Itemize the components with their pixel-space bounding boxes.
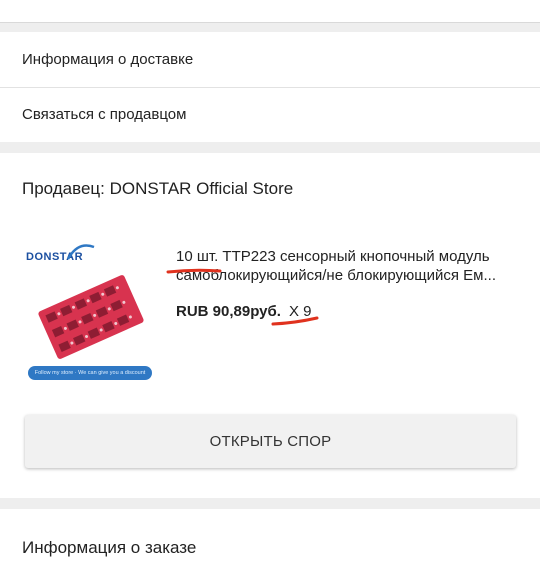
- red-underline-annotation: [166, 268, 222, 274]
- red-underline-annotation: [271, 316, 319, 326]
- contact-seller-row[interactable]: Связаться с продавцом: [0, 87, 540, 142]
- seller-title[interactable]: Продавец: DONSTAR Official Store: [22, 179, 293, 199]
- product-name[interactable]: 10 шт. TTP223 сенсорный кнопочный модуль…: [176, 247, 521, 285]
- seller-card: Продавец: DONSTAR Official Store DONSTAR: [0, 153, 540, 498]
- delivery-info-label: Информация о доставке: [22, 51, 194, 68]
- product-price: RUB 90,89руб.: [176, 303, 281, 320]
- product-name-line-2: самоблокирующийся/не блокирующийся Ем...: [176, 267, 496, 284]
- order-info-title[interactable]: Информация о заказе: [22, 538, 196, 558]
- product-image[interactable]: DONSTAR Follow my store · We can give yo…: [26, 239, 156, 387]
- logo-arc-icon: [66, 244, 95, 260]
- order-info-card: Информация о заказе: [0, 509, 540, 566]
- store-promo-banner: Follow my store · We can give you a disc…: [28, 366, 152, 380]
- open-dispute-button[interactable]: ОТКРЫТЬ СПОР: [25, 415, 516, 468]
- delivery-info-row[interactable]: Информация о доставке: [0, 32, 540, 88]
- pcb-board-image: [38, 275, 144, 359]
- previous-section-card: [0, 0, 540, 23]
- product-name-line-1: 10 шт. TTP223 сенсорный кнопочный модуль: [176, 248, 490, 265]
- contact-seller-label: Связаться с продавцом: [22, 106, 187, 123]
- order-links-card: Информация о доставке Связаться с продав…: [0, 32, 540, 142]
